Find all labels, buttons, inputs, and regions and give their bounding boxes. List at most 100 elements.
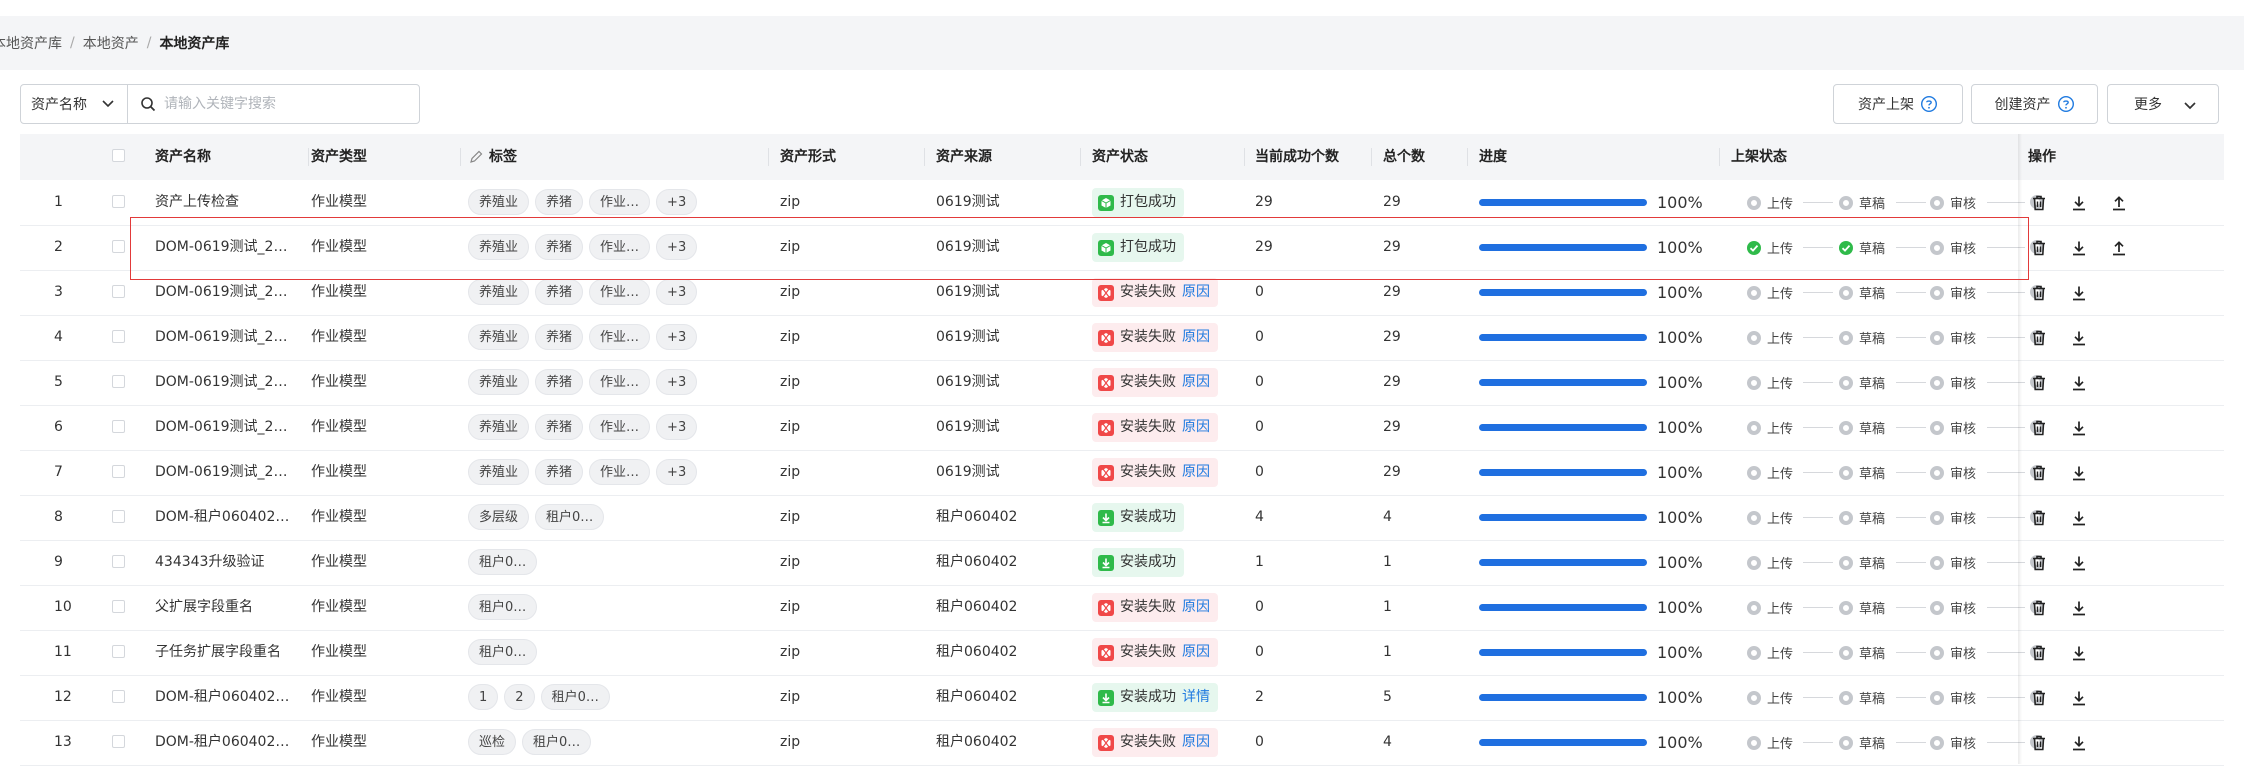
search-input[interactable] bbox=[162, 95, 406, 113]
table-row[interactable]: 7 DOM-0619测试_2… 作业模型 养殖业 养猪 作业… +3 zip 0619测试 安装失… bbox=[20, 450, 2224, 496]
asset-name[interactable]: 子任务扩展字段重名 bbox=[155, 630, 305, 675]
download-icon[interactable] bbox=[2070, 644, 2088, 662]
tag-chip[interactable]: 养猪 bbox=[535, 369, 584, 395]
tag-chip[interactable]: 养殖业 bbox=[468, 369, 530, 395]
download-icon[interactable] bbox=[2070, 329, 2088, 347]
asset-name[interactable]: DOM-租户060402… bbox=[155, 720, 305, 765]
table-row[interactable]: 11 子任务扩展字段重名 作业模型 租户0… zip 租户060402 安装失败 原因 0 1 10… bbox=[20, 630, 2224, 676]
status-detail-link[interactable]: 原因 bbox=[1182, 413, 1210, 442]
tag-chip[interactable]: 租户0… bbox=[468, 639, 538, 665]
asset-name[interactable]: 434343升级验证 bbox=[155, 540, 305, 585]
tag-chip[interactable]: 养猪 bbox=[535, 459, 584, 485]
status-detail-link[interactable]: 原因 bbox=[1182, 368, 1210, 397]
tag-chip[interactable]: 养猪 bbox=[535, 324, 584, 350]
tag-chip[interactable]: +3 bbox=[656, 189, 698, 215]
tag-chip[interactable]: 作业… bbox=[589, 459, 651, 485]
asset-name[interactable]: DOM-租户060402… bbox=[155, 675, 305, 720]
search-field-select[interactable]: 资产名称 bbox=[20, 84, 128, 124]
row-checkbox[interactable] bbox=[112, 645, 125, 658]
status-detail-link[interactable]: 原因 bbox=[1182, 728, 1210, 757]
table-row[interactable]: 2 DOM-0619测试_2… 作业模型 养殖业 养猪 作业… +3 zip 0619测试 打包成… bbox=[20, 225, 2224, 271]
tag-chip[interactable]: +3 bbox=[656, 459, 698, 485]
table-row[interactable]: 4 DOM-0619测试_2… 作业模型 养殖业 养猪 作业… +3 zip 0619测试 安装失… bbox=[20, 315, 2224, 361]
tag-chip[interactable]: 养猪 bbox=[535, 234, 584, 260]
download-icon[interactable] bbox=[2070, 284, 2088, 302]
tag-chip[interactable]: 作业… bbox=[589, 414, 651, 440]
row-checkbox[interactable] bbox=[112, 555, 125, 568]
delete-icon[interactable] bbox=[2030, 419, 2048, 437]
table-row[interactable]: 13 DOM-租户060402… 作业模型 巡检 租户0… zip 租户060402 安装失败… bbox=[20, 720, 2224, 766]
row-checkbox[interactable] bbox=[112, 600, 125, 613]
tag-chip[interactable]: 2 bbox=[504, 684, 535, 710]
table-row[interactable]: 1 资产上传检查 作业模型 养殖业 养猪 作业… +3 zip 0619测试 打包成功 29 29 10… bbox=[20, 180, 2224, 226]
delete-icon[interactable] bbox=[2030, 599, 2048, 617]
delete-icon[interactable] bbox=[2030, 734, 2048, 752]
table-row[interactable]: 5 DOM-0619测试_2… 作业模型 养殖业 养猪 作业… +3 zip 0619测试 安装失… bbox=[20, 360, 2224, 406]
tag-chip[interactable]: 作业… bbox=[589, 189, 651, 215]
tag-chip[interactable]: +3 bbox=[656, 324, 698, 350]
tag-chip[interactable]: 租户0… bbox=[535, 504, 605, 530]
more-button[interactable]: 更多 bbox=[2107, 84, 2219, 124]
table-row[interactable]: 6 DOM-0619测试_2… 作业模型 养殖业 养猪 作业… +3 zip 0619测试 安装失… bbox=[20, 405, 2224, 451]
tag-chip[interactable]: 养殖业 bbox=[468, 234, 530, 260]
tag-chip[interactable]: 租户0… bbox=[540, 684, 610, 710]
tag-chip[interactable]: +3 bbox=[656, 414, 698, 440]
row-checkbox[interactable] bbox=[112, 330, 125, 343]
download-icon[interactable] bbox=[2070, 374, 2088, 392]
tag-chip[interactable]: 1 bbox=[468, 684, 499, 710]
row-checkbox[interactable] bbox=[112, 510, 125, 523]
delete-icon[interactable] bbox=[2030, 284, 2048, 302]
download-icon[interactable] bbox=[2070, 194, 2088, 212]
tag-chip[interactable]: 养殖业 bbox=[468, 414, 530, 440]
tag-chip[interactable]: +3 bbox=[656, 234, 698, 260]
download-icon[interactable] bbox=[2070, 509, 2088, 527]
row-checkbox[interactable] bbox=[112, 375, 125, 388]
tag-chip[interactable]: 养殖业 bbox=[468, 459, 530, 485]
asset-name[interactable]: DOM-0619测试_2… bbox=[155, 450, 305, 495]
tag-chip[interactable]: 养殖业 bbox=[468, 279, 530, 305]
upload-icon[interactable] bbox=[2110, 239, 2128, 257]
row-checkbox[interactable] bbox=[112, 195, 125, 208]
download-icon[interactable] bbox=[2070, 599, 2088, 617]
download-icon[interactable] bbox=[2070, 734, 2088, 752]
table-row[interactable]: 10 父扩展字段重名 作业模型 租户0… zip 租户060402 安装失败 原因 0 1 100%… bbox=[20, 585, 2224, 631]
row-checkbox[interactable] bbox=[112, 420, 125, 433]
tag-chip[interactable]: 租户0… bbox=[468, 594, 538, 620]
row-checkbox[interactable] bbox=[112, 240, 125, 253]
breadcrumb-item[interactable]: 本地资产库 bbox=[0, 33, 62, 53]
download-icon[interactable] bbox=[2070, 419, 2088, 437]
tag-chip[interactable]: 养殖业 bbox=[468, 189, 530, 215]
table-row[interactable]: 3 DOM-0619测试_2… 作业模型 养殖业 养猪 作业… +3 zip 0619测试 安装失… bbox=[20, 270, 2224, 316]
delete-icon[interactable] bbox=[2030, 509, 2048, 527]
delete-icon[interactable] bbox=[2030, 644, 2048, 662]
table-row[interactable]: 12 DOM-租户060402… 作业模型 1 2 租户0… zip 租户060402 安装成功… bbox=[20, 675, 2224, 721]
delete-icon[interactable] bbox=[2030, 329, 2048, 347]
tag-chip[interactable]: 租户0… bbox=[468, 549, 538, 575]
tag-chip[interactable]: 作业… bbox=[589, 234, 651, 260]
tag-chip[interactable]: 租户0… bbox=[522, 729, 592, 755]
asset-name[interactable]: DOM-0619测试_2… bbox=[155, 360, 305, 405]
download-icon[interactable] bbox=[2070, 239, 2088, 257]
tag-chip[interactable]: 作业… bbox=[589, 324, 651, 350]
tag-chip[interactable]: 养猪 bbox=[535, 414, 584, 440]
row-checkbox[interactable] bbox=[112, 285, 125, 298]
tag-chip[interactable]: +3 bbox=[656, 369, 698, 395]
create-asset-button[interactable]: 创建资产 bbox=[1971, 84, 2098, 124]
download-icon[interactable] bbox=[2070, 689, 2088, 707]
status-detail-link[interactable]: 详情 bbox=[1182, 683, 1210, 712]
status-detail-link[interactable]: 原因 bbox=[1182, 458, 1210, 487]
asset-name[interactable]: DOM-0619测试_2… bbox=[155, 315, 305, 360]
tag-chip[interactable]: 巡检 bbox=[468, 729, 517, 755]
status-detail-link[interactable]: 原因 bbox=[1182, 323, 1210, 352]
delete-icon[interactable] bbox=[2030, 194, 2048, 212]
asset-name[interactable]: DOM-0619测试_2… bbox=[155, 270, 305, 315]
breadcrumb-item[interactable]: 本地资产 bbox=[83, 33, 139, 53]
asset-name[interactable]: DOM-租户060402… bbox=[155, 495, 305, 540]
edit-icon[interactable] bbox=[468, 149, 484, 165]
asset-name[interactable]: DOM-0619测试_2… bbox=[155, 225, 305, 270]
asset-name[interactable]: 资产上传检查 bbox=[155, 180, 305, 225]
upload-icon[interactable] bbox=[2110, 194, 2128, 212]
publish-asset-button[interactable]: 资产上架 bbox=[1833, 84, 1963, 124]
delete-icon[interactable] bbox=[2030, 239, 2048, 257]
tag-chip[interactable]: 作业… bbox=[589, 369, 651, 395]
